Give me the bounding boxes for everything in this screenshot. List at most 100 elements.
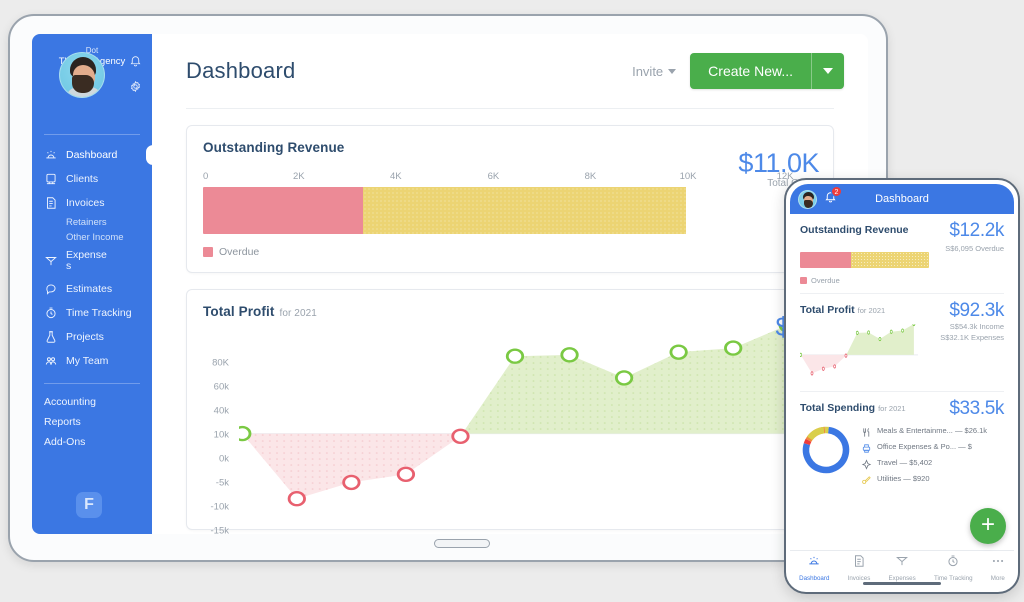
data-point[interactable]: [902, 329, 904, 332]
sidebar-subitem-other-income[interactable]: Other Income: [32, 230, 152, 245]
sidebar-subitem-retainers[interactable]: Retainers: [32, 215, 152, 230]
sidebar-item-time-tracking[interactable]: Time Tracking: [32, 301, 152, 325]
sidebar-item-estimates[interactable]: Estimates: [32, 277, 152, 301]
data-point[interactable]: [725, 342, 740, 355]
expenses-icon: [44, 254, 58, 268]
axis-tick: 10K: [680, 171, 697, 182]
sidebar-item-add-ons[interactable]: Add-Ons: [32, 432, 152, 452]
tablet-screen: Dot The Ant Agency Dashboard Clients: [32, 34, 868, 534]
profit-plot-area: [239, 325, 809, 515]
phone-profit-chart[interactable]: [800, 324, 918, 383]
data-point[interactable]: [868, 331, 870, 334]
data-point[interactable]: [879, 337, 881, 340]
sidebar-item-expenses[interactable]: Expense s: [32, 245, 152, 277]
sidebar: Dot The Ant Agency Dashboard Clients: [32, 34, 152, 534]
bar-segment-overdue[interactable]: [203, 187, 363, 234]
donut-slice[interactable]: [807, 440, 809, 444]
legend-swatch-overdue: [800, 277, 807, 284]
bar-segment-overdue[interactable]: [800, 252, 851, 268]
topbar-actions: Invite Create New...: [632, 53, 844, 89]
estimates-icon: [44, 282, 58, 296]
sidebar-item-label: Clients: [66, 174, 98, 185]
data-point[interactable]: [913, 324, 915, 326]
main-content: Dashboard Invite Create New...: [152, 34, 868, 534]
sidebar-item-reports[interactable]: Reports: [32, 412, 152, 432]
avatar[interactable]: [798, 190, 817, 209]
tab-time-tracking[interactable]: Time Tracking: [934, 554, 973, 582]
avatar[interactable]: [59, 52, 105, 98]
sidebar-item-invoices[interactable]: Invoices: [32, 191, 152, 215]
list-item[interactable]: Office Expenses & Po... — $: [861, 441, 987, 452]
bell-icon[interactable]: [129, 54, 142, 72]
create-new-dropdown-button[interactable]: [812, 53, 844, 89]
data-point[interactable]: [845, 354, 847, 357]
tab-more[interactable]: More: [991, 554, 1005, 582]
data-point[interactable]: [453, 430, 468, 443]
bell-icon[interactable]: 2: [824, 190, 837, 208]
tablet-device: Dot The Ant Agency Dashboard Clients: [8, 14, 888, 562]
sidebar-item-label: Invoices: [66, 198, 105, 209]
sidebar-item-projects[interactable]: Projects: [32, 325, 152, 349]
data-point[interactable]: [344, 476, 359, 489]
data-point[interactable]: [239, 427, 250, 440]
create-new-button[interactable]: Create New...: [690, 53, 811, 89]
add-button[interactable]: +: [970, 508, 1006, 544]
bar-segment-outstanding[interactable]: [851, 252, 928, 268]
data-point[interactable]: [890, 330, 892, 333]
create-new-button-group[interactable]: Create New...: [690, 53, 844, 89]
list-item[interactable]: Travel — $5,402: [861, 457, 987, 468]
outstanding-revenue-card: Outstanding Revenue 0 2K 4K 6K 8K 10K 12…: [186, 125, 834, 273]
page-title: Dashboard: [186, 58, 295, 84]
axis-tick: 6K: [488, 171, 500, 182]
spending-donut-chart[interactable]: [800, 424, 852, 476]
sidebar-item-label: Time Tracking: [66, 308, 132, 319]
y-axis-tick: -15k: [203, 526, 229, 535]
data-point[interactable]: [834, 365, 836, 368]
list-item[interactable]: Utilities — $920: [861, 473, 987, 484]
phone-revenue-bar[interactable]: [800, 252, 929, 268]
data-point[interactable]: [856, 331, 858, 334]
data-point[interactable]: [671, 346, 686, 359]
data-point[interactable]: [562, 348, 577, 361]
bar-segment-outstanding[interactable]: [363, 187, 686, 234]
sidebar-item-label: Projects: [66, 332, 104, 343]
sidebar-item-accounting[interactable]: Accounting: [32, 392, 152, 412]
data-point[interactable]: [398, 468, 413, 481]
time-tracking-icon: [946, 554, 960, 568]
y-axis-tick: -5k: [203, 478, 229, 489]
sidebar-item-label: Dashboard: [66, 150, 117, 161]
meals-icon: [861, 425, 872, 436]
tab-invoices[interactable]: Invoices: [848, 554, 871, 582]
revenue-stacked-bar[interactable]: [203, 187, 817, 234]
clients-icon: [44, 172, 58, 186]
topbar: Dashboard Invite Create New...: [152, 34, 868, 108]
dashboard-icon: [807, 554, 821, 568]
phone-screen: 2 Dashboard Outstanding Revenue $12.2k S…: [790, 184, 1014, 588]
data-point[interactable]: [800, 353, 802, 356]
tab-dashboard[interactable]: Dashboard: [799, 554, 829, 582]
sidebar-item-my-team[interactable]: My Team: [32, 349, 152, 373]
sidebar-profile: Dot The Ant Agency: [32, 46, 152, 124]
list-item[interactable]: Meals & Entertainme... — $26.1k: [861, 425, 987, 436]
spending-legend: Meals & Entertainme... — $26.1k Office E…: [861, 424, 987, 489]
sidebar-item-dashboard[interactable]: Dashboard: [32, 143, 152, 167]
sidebar-item-clients[interactable]: Clients: [32, 167, 152, 191]
card-title-text: Total Profit: [203, 304, 274, 319]
data-point[interactable]: [507, 350, 522, 363]
list-item-label: Utilities — $920: [877, 474, 930, 483]
tab-label: Invoices: [848, 575, 871, 582]
y-axis-tick: 40k: [203, 406, 229, 417]
data-point[interactable]: [616, 371, 631, 384]
data-point[interactable]: [289, 492, 304, 505]
total-profit-chart[interactable]: 80K 60k 40k 10k 0k -5k -10k -15k: [203, 325, 817, 515]
phone-outstanding-revenue-section: Outstanding Revenue $12.2k S$6,095 Overd…: [800, 214, 1004, 294]
section-subtitle: for 2021: [858, 306, 886, 315]
invoices-icon: [852, 554, 866, 568]
office-icon: [861, 441, 872, 452]
sidebar-item-label: My Team: [66, 356, 108, 367]
gear-icon[interactable]: [129, 80, 142, 98]
data-point[interactable]: [811, 372, 813, 375]
invite-dropdown[interactable]: Invite: [632, 64, 676, 79]
data-point[interactable]: [822, 367, 824, 370]
tab-expenses[interactable]: Expenses: [889, 554, 916, 582]
